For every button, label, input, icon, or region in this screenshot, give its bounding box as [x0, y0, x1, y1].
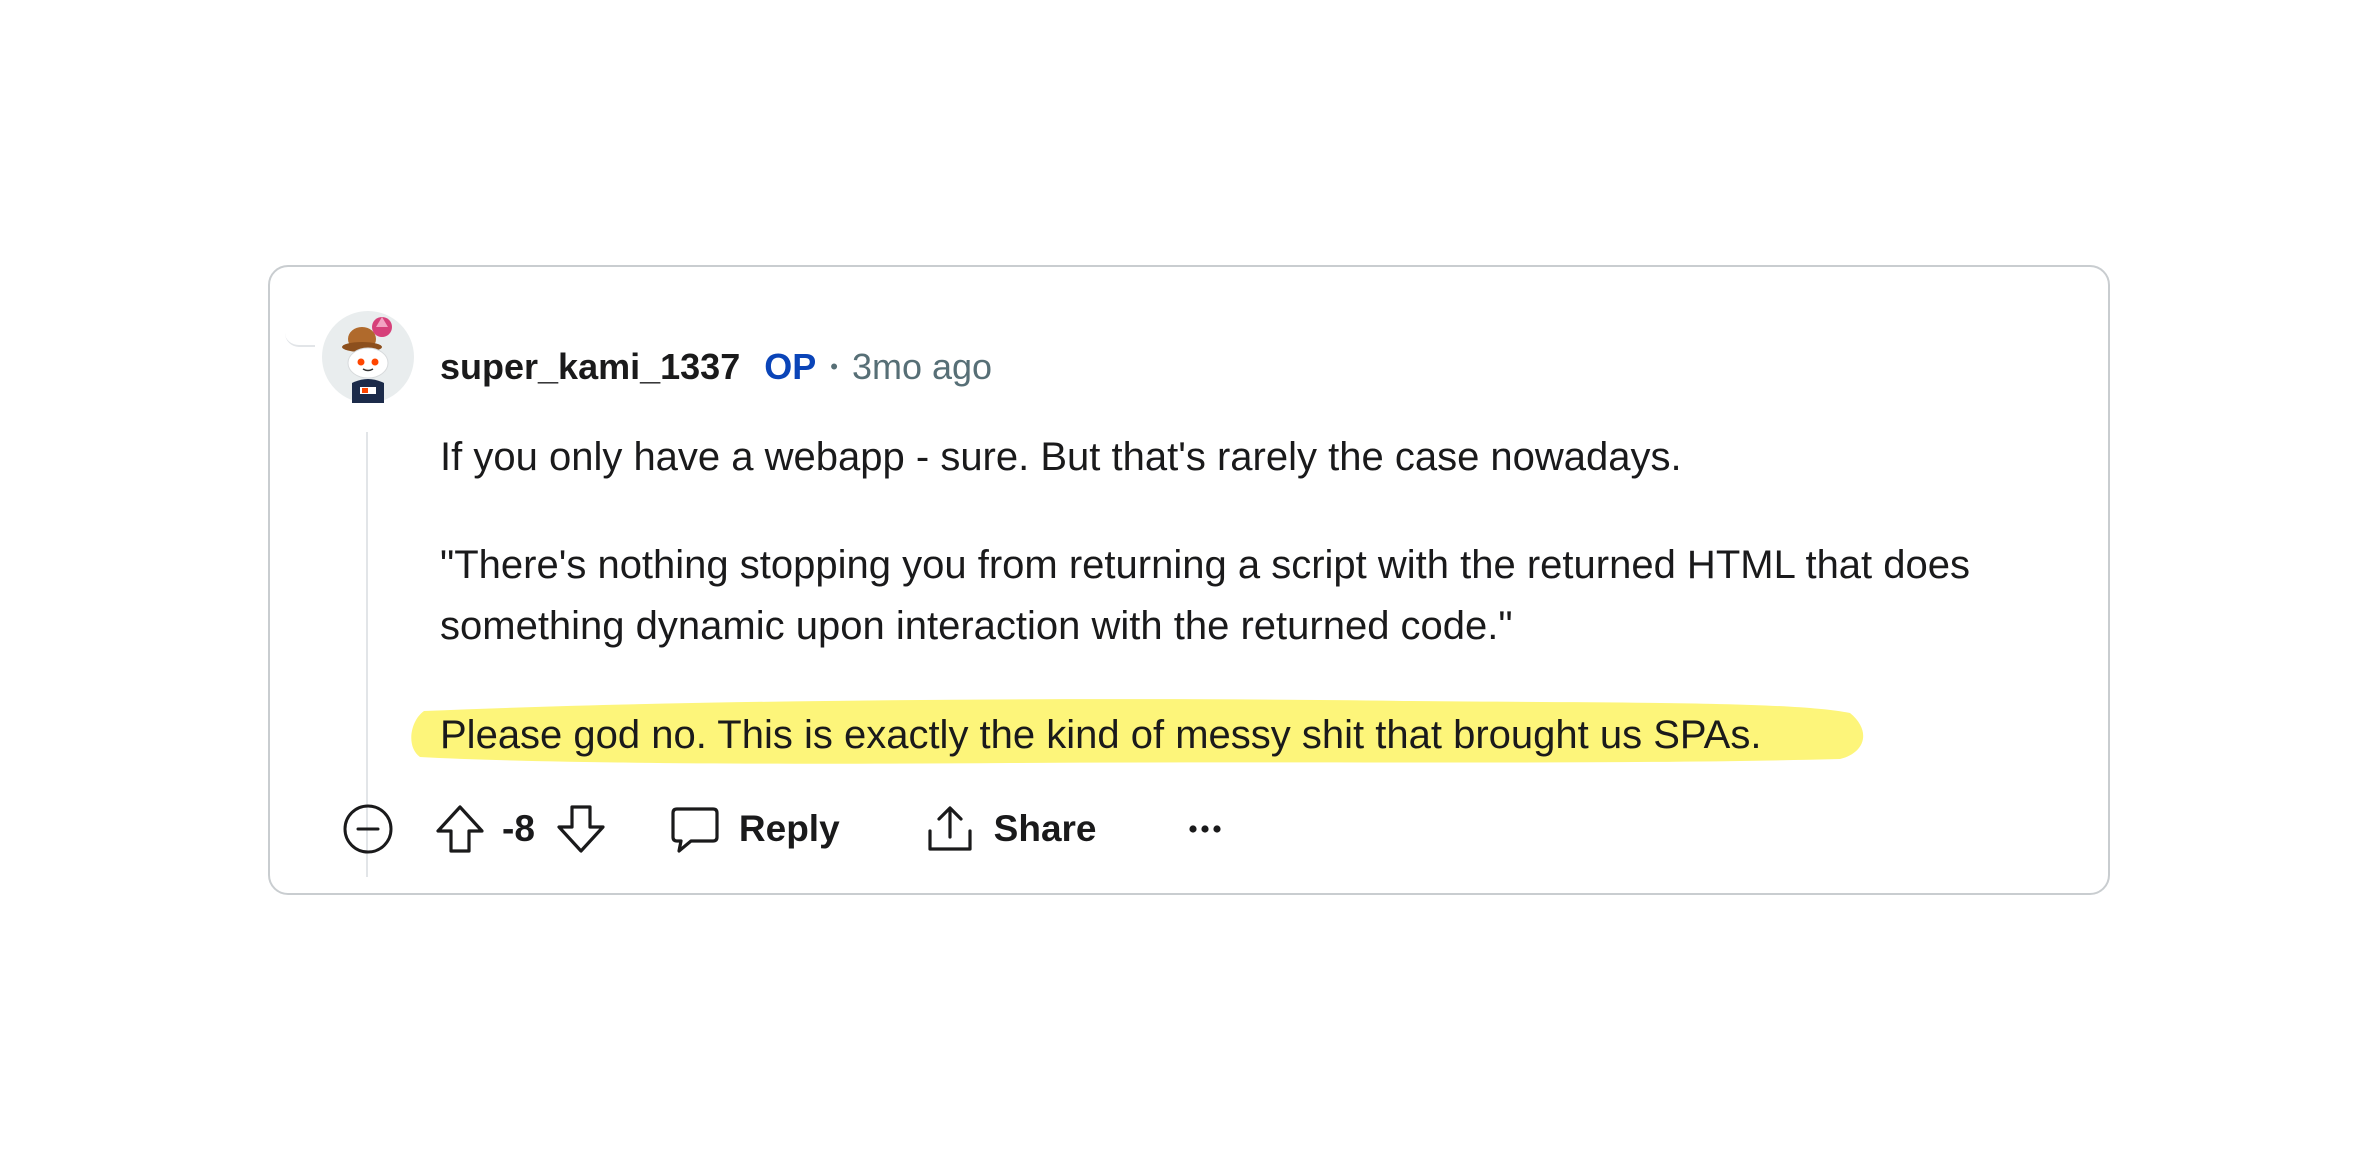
avatar[interactable] [322, 311, 414, 403]
thread-connector [285, 327, 315, 347]
share-label: Share [993, 808, 1097, 849]
vote-score: -8 [502, 808, 535, 849]
op-badge: OP [764, 346, 817, 387]
highlighted-text-content: Please god no. This is exactly the kind … [440, 713, 1762, 757]
arrow-down-icon[interactable] [553, 801, 609, 857]
minus-circle-icon[interactable] [342, 803, 394, 855]
comment-paragraph-quote: "There's nothing stopping you from retur… [440, 543, 1971, 648]
reply-button[interactable]: Reply [669, 803, 840, 855]
comment-actions: -8 Reply Share [342, 797, 1229, 861]
meta-separator: • [830, 354, 838, 379]
arrow-up-icon[interactable] [432, 801, 488, 857]
comment-card: super_kami_1337 OP • 3mo ago If you only… [268, 265, 2110, 895]
comment-paragraph-highlighted: Please god no. This is exactly the kind … [411, 699, 1864, 766]
highlighted-text: Please god no. This is exactly the kind … [411, 699, 1864, 766]
share-upload-icon [924, 803, 976, 855]
username-link[interactable]: super_kami_1337 [440, 346, 740, 388]
ellipsis-icon[interactable] [1181, 805, 1229, 853]
reply-label: Reply [738, 808, 840, 849]
share-button[interactable]: Share [924, 803, 1097, 855]
comment-meta: super_kami_1337 OP • 3mo ago [440, 342, 992, 392]
speech-bubble-icon [669, 803, 721, 855]
comment-paragraph: If you only have a webapp - sure. But th… [440, 435, 1682, 479]
comment-timestamp[interactable]: 3mo ago [852, 346, 992, 388]
